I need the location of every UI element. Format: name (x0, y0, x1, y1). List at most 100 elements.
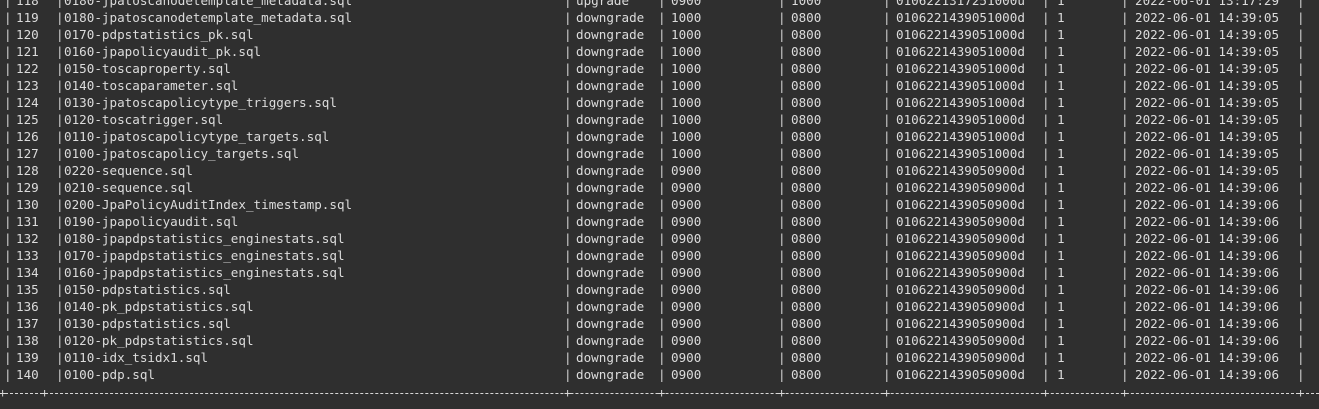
cell-to-version: 0800 (791, 44, 822, 59)
cell-to-version: 0800 (791, 146, 822, 161)
cell-success: 1 (1057, 197, 1065, 212)
column-separator: | (1121, 78, 1129, 93)
cell-to-version: 0800 (791, 61, 822, 76)
column-separator: | (1297, 180, 1305, 195)
column-separator: | (1042, 316, 1050, 331)
table-row: | | | | | | | | | 132 0180-jpapdpstatistics_engine… (0, 230, 1319, 247)
column-separator: | (1042, 95, 1050, 110)
cell-attime: 2022-06-01 14:39:05 (1135, 27, 1280, 42)
cell-tag: 0106221439050900d (896, 367, 1025, 382)
column-separator: | (883, 44, 891, 59)
column-separator: | (658, 129, 666, 144)
column-separator: | (56, 44, 64, 59)
column-separator: | (4, 61, 12, 76)
column-separator: | (1121, 214, 1129, 229)
cell-operation: downgrade (576, 231, 645, 246)
column-separator: | (56, 78, 64, 93)
cell-operation: downgrade (576, 197, 645, 212)
column-separator: | (4, 265, 12, 280)
table-row: | | | | | | | | | 137 0130-pdpstatistics.sql downgr… (0, 315, 1319, 332)
cell-id: 131 (16, 214, 39, 229)
column-separator: | (883, 333, 891, 348)
cell-operation: downgrade (576, 265, 645, 280)
column-separator: | (564, 282, 572, 297)
cell-from-version: 0900 (671, 163, 702, 178)
cell-from-version: 0900 (671, 197, 702, 212)
table-row: | | | | | | | | | 124 0130-jpatoscapolicytype_trig… (0, 94, 1319, 111)
column-separator: | (564, 333, 572, 348)
column-separator: | (4, 129, 12, 144)
column-separator: | (56, 146, 64, 161)
cell-id: 129 (16, 180, 39, 195)
table-row: | | | | | | | | | 128 0220-sequence.sql downgrade 09… (0, 162, 1319, 179)
column-separator: | (1121, 333, 1129, 348)
column-separator: | (778, 95, 786, 110)
cell-to-version: 0800 (791, 350, 822, 365)
cell-script: 0170-pdpstatistics_pk.sql (64, 27, 254, 42)
column-separator: | (1297, 0, 1305, 8)
cell-success: 1 (1057, 61, 1065, 76)
table-row: | | | | | | | | | 119 0180-jpatoscanodetemplate_me… (0, 9, 1319, 26)
cell-tag: 0106221439051000d (896, 78, 1025, 93)
cell-attime: 2022-06-01 14:39:06 (1135, 214, 1280, 229)
column-separator: | (1042, 61, 1050, 76)
cell-attime: 2022-06-01 14:39:05 (1135, 146, 1280, 161)
column-separator: | (1297, 350, 1305, 365)
cell-script: 0120-pk_pdpstatistics.sql (64, 333, 254, 348)
cell-to-version: 0800 (791, 95, 822, 110)
cell-success: 1 (1057, 27, 1065, 42)
column-separator: | (658, 10, 666, 25)
cell-id: 123 (16, 78, 39, 93)
column-separator: | (1042, 112, 1050, 127)
border-junction: + (883, 386, 891, 400)
column-separator: | (1042, 146, 1050, 161)
column-separator: | (1121, 299, 1129, 314)
cell-from-version: 0900 (671, 316, 702, 331)
column-separator: | (56, 231, 64, 246)
column-separator: | (4, 350, 12, 365)
cell-operation: downgrade (576, 333, 645, 348)
cell-operation: downgrade (576, 27, 645, 42)
table-row: | | | | | | | | | 123 0140-toscaparameter.sql downg… (0, 77, 1319, 94)
column-separator: | (1121, 61, 1129, 76)
column-separator: | (56, 316, 64, 331)
column-separator: | (883, 231, 891, 246)
column-separator: | (658, 95, 666, 110)
column-separator: | (56, 333, 64, 348)
cell-success: 1 (1057, 180, 1065, 195)
cell-to-version: 0800 (791, 282, 822, 297)
cell-from-version: 0900 (671, 0, 702, 8)
column-separator: | (778, 333, 786, 348)
cell-from-version: 0900 (671, 231, 702, 246)
cell-attime: 2022-06-01 13:17:29 (1135, 0, 1280, 8)
terminal-window[interactable]: | | | | | | | | | 118 0180-jpatoscanodetemplate_me… (0, 0, 1319, 409)
column-separator: | (778, 112, 786, 127)
cell-script: 0180-jpatoscanodetemplate_metadata.sql (64, 0, 353, 8)
column-separator: | (658, 180, 666, 195)
cell-operation: downgrade (576, 10, 645, 25)
column-separator: | (564, 180, 572, 195)
column-separator: | (778, 299, 786, 314)
column-separator: | (1121, 10, 1129, 25)
border-junction: + (41, 386, 49, 400)
cell-id: 140 (16, 367, 39, 382)
column-separator: | (778, 0, 786, 8)
cell-id: 133 (16, 248, 39, 263)
column-separator: | (1042, 350, 1050, 365)
column-separator: | (4, 146, 12, 161)
column-separator: | (778, 248, 786, 263)
column-separator: | (4, 248, 12, 263)
column-separator: | (1297, 129, 1305, 144)
column-separator: | (564, 265, 572, 280)
cell-success: 1 (1057, 265, 1065, 280)
cell-operation: downgrade (576, 316, 645, 331)
column-separator: | (564, 367, 572, 382)
column-separator: | (1121, 350, 1129, 365)
column-separator: | (1297, 214, 1305, 229)
cell-attime: 2022-06-01 14:39:06 (1135, 231, 1280, 246)
cell-success: 1 (1057, 0, 1065, 8)
cell-to-version: 1000 (791, 0, 822, 8)
column-separator: | (1042, 248, 1050, 263)
cell-to-version: 0800 (791, 129, 822, 144)
column-separator: | (4, 163, 12, 178)
